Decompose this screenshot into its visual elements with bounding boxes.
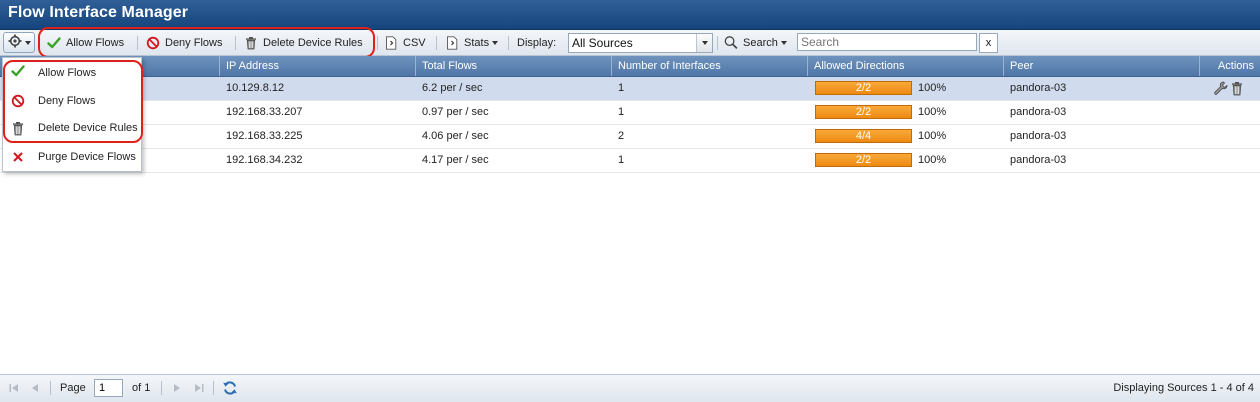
clear-search-button[interactable]: x	[979, 33, 998, 53]
table-header: IP Address Total Flows Number of Interfa…	[0, 56, 1260, 77]
toolbar-separator	[436, 36, 437, 50]
allowed-directions-percent: 100%	[918, 125, 946, 148]
trash-icon[interactable]	[1230, 81, 1244, 99]
display-source-value: All Sources	[572, 36, 633, 50]
trash-icon	[10, 120, 26, 136]
cell-interfaces: 2	[612, 125, 624, 148]
next-page-icon[interactable]	[170, 381, 184, 395]
page-number-input[interactable]	[94, 379, 123, 397]
toolbar: Allow Flows Deny Flows Delete Device Rul…	[0, 30, 1260, 56]
table-row[interactable]: 192.168.33.225 4.06 per / sec 2 4/4 100%…	[0, 125, 1260, 149]
menu-item-allow-flows[interactable]: Allow Flows	[3, 60, 141, 86]
cell-total-flows: 6.2 per / sec	[416, 77, 483, 100]
menu-item-purge-device-flows[interactable]: Purge Device Flows	[3, 144, 141, 170]
table-row[interactable]: 192.168.33.207 0.97 per / sec 1 2/2 100%…	[0, 101, 1260, 125]
pager-separator	[213, 381, 214, 395]
search-input[interactable]	[797, 33, 977, 51]
allowed-directions-percent: 100%	[918, 149, 946, 172]
toolbar-separator	[508, 36, 509, 50]
cell-peer: pandora-03	[1004, 101, 1066, 124]
deny-icon	[10, 93, 26, 109]
allowed-directions-percent: 100%	[918, 101, 946, 124]
last-page-icon[interactable]	[192, 381, 206, 395]
settings-dropdown-menu: Allow Flows Deny Flows Delete Device Rul…	[2, 57, 142, 172]
menu-item-deny-flows[interactable]: Deny Flows	[3, 88, 141, 114]
title-bar: Flow Interface Manager	[0, 0, 1260, 30]
dropdown-arrow-icon[interactable]	[696, 34, 712, 52]
stats-file-icon	[445, 36, 459, 50]
cell-peer: pandora-03	[1004, 125, 1066, 148]
delete-device-rules-button[interactable]: Delete Device Rules	[244, 32, 363, 53]
window-title: Flow Interface Manager	[8, 4, 188, 22]
display-label: Display:	[517, 32, 556, 53]
settings-menu-button[interactable]	[3, 32, 35, 53]
cell-peer: pandora-03	[1004, 149, 1066, 172]
allowed-directions-bar: 4/4	[815, 129, 912, 143]
allowed-directions-bar: 2/2	[815, 153, 912, 167]
chevron-down-icon	[25, 41, 31, 45]
page-count-label: of 1	[132, 382, 150, 394]
cell-total-flows: 4.17 per / sec	[416, 149, 489, 172]
export-file-icon	[384, 36, 398, 50]
allowed-directions-bar: 2/2	[815, 105, 912, 119]
cell-interfaces: 1	[612, 149, 624, 172]
allowed-directions-percent: 100%	[918, 77, 946, 100]
first-page-icon[interactable]	[7, 381, 21, 395]
table-row[interactable]: 10.129.8.12 6.2 per / sec 1 2/2 100% pan…	[0, 77, 1260, 101]
deny-icon	[146, 36, 160, 50]
stats-menu-button[interactable]: Stats	[445, 32, 498, 53]
page-label: Page	[60, 382, 86, 394]
toolbar-separator	[137, 36, 138, 50]
column-header-allowed-directions[interactable]: Allowed Directions	[808, 56, 1004, 76]
clear-icon: x	[986, 37, 992, 49]
menu-item-delete-device-rules[interactable]: Delete Device Rules	[3, 115, 141, 141]
column-header-peer[interactable]: Peer	[1004, 56, 1200, 76]
toolbar-separator	[717, 36, 718, 50]
cell-ip-address: 192.168.34.232	[220, 149, 302, 172]
chevron-down-icon	[492, 41, 498, 45]
cell-interfaces: 1	[612, 77, 624, 100]
allow-flows-button[interactable]: Allow Flows	[47, 32, 124, 53]
refresh-icon[interactable]	[222, 380, 238, 396]
display-source-select[interactable]: All Sources	[568, 33, 713, 53]
pager-separator	[161, 381, 162, 395]
cell-interfaces: 1	[612, 101, 624, 124]
cell-ip-address: 192.168.33.225	[220, 125, 302, 148]
toolbar-separator	[235, 36, 236, 50]
pagination-bar: Page of 1 Displaying Sources 1 - 4 of 4	[0, 374, 1260, 402]
deny-flows-button[interactable]: Deny Flows	[146, 32, 222, 53]
search-mode-button[interactable]: Search	[724, 32, 787, 53]
toolbar-separator	[377, 36, 378, 50]
pager-separator	[50, 381, 51, 395]
check-icon	[47, 36, 61, 50]
gear-icon	[8, 34, 22, 51]
column-header-ip-address[interactable]: IP Address	[220, 56, 416, 76]
close-x-icon	[10, 149, 26, 165]
table-row[interactable]: 192.168.34.232 4.17 per / sec 1 2/2 100%…	[0, 149, 1260, 173]
chevron-down-icon	[781, 41, 787, 45]
wrench-icon[interactable]	[1213, 81, 1228, 99]
cell-ip-address: 192.168.33.207	[220, 101, 302, 124]
cell-total-flows: 4.06 per / sec	[416, 125, 489, 148]
trash-icon	[244, 36, 258, 50]
cell-ip-address: 10.129.8.12	[220, 77, 284, 100]
column-header-number-of-interfaces[interactable]: Number of Interfaces	[612, 56, 808, 76]
column-header-actions[interactable]: Actions	[1200, 56, 1260, 76]
search-icon	[724, 36, 738, 50]
column-header-total-flows[interactable]: Total Flows	[416, 56, 612, 76]
previous-page-icon[interactable]	[28, 381, 42, 395]
cell-peer: pandora-03	[1004, 77, 1066, 100]
cell-total-flows: 0.97 per / sec	[416, 101, 489, 124]
check-icon	[10, 63, 26, 79]
csv-export-button[interactable]: CSV	[384, 32, 426, 53]
pager-status-text: Displaying Sources 1 - 4 of 4	[1113, 382, 1254, 394]
allowed-directions-bar: 2/2	[815, 81, 912, 95]
